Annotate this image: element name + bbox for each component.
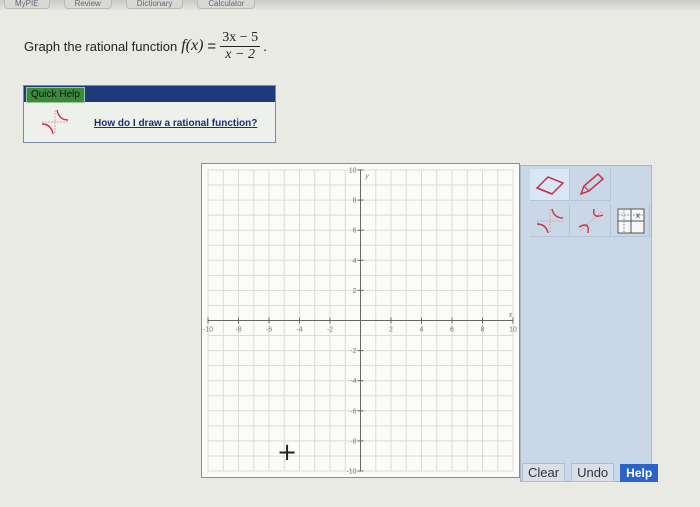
graph-area[interactable]: -10 -8 -6 -4 -2 2 4 6 8 10 10 8 6 4 2 -2 -4 -6 -8 -10 x y bbox=[201, 163, 520, 478]
y-tick-label: 8 bbox=[353, 198, 357, 205]
x-tick-label: -2 bbox=[327, 327, 333, 334]
y-tick-label: 2 bbox=[353, 288, 357, 295]
y-tick-label: -8 bbox=[350, 438, 356, 445]
eraser-icon bbox=[535, 175, 564, 195]
tab-mypie[interactable]: MyPIE bbox=[4, 0, 50, 9]
y-tick-label: 6 bbox=[353, 228, 357, 235]
y-tick-label: -2 bbox=[350, 348, 356, 355]
quick-help-title: Quick Help bbox=[26, 87, 85, 103]
clear-button[interactable]: Clear bbox=[522, 463, 566, 482]
rational-graph-tool-2[interactable] bbox=[571, 205, 611, 237]
crosshair-cursor-icon: + bbox=[277, 438, 298, 466]
quick-help-header: Quick Help bbox=[24, 86, 275, 103]
rational-graph-icon bbox=[41, 109, 69, 135]
asymptote-grid-icon: x bbox=[617, 208, 644, 233]
fraction-numerator: 3x − 5 bbox=[220, 29, 261, 47]
coordinate-grid[interactable]: -10 -8 -6 -4 -2 2 4 6 8 10 10 8 6 4 2 -2 -4 -6 -8 -10 x y bbox=[202, 164, 519, 477]
y-tick-label: 10 bbox=[349, 168, 357, 175]
pencil-icon bbox=[579, 172, 604, 195]
y-tick-label: -6 bbox=[350, 408, 356, 415]
browser-tab-bar: MyPIE Review Dictionary Calculator bbox=[0, 0, 700, 10]
x-tick-label: -10 bbox=[203, 327, 213, 334]
question-period: . bbox=[263, 38, 267, 54]
undo-button[interactable]: Undo bbox=[571, 463, 615, 482]
question-prompt: Graph the rational function f(x) = 3x − … bbox=[24, 26, 267, 66]
tab-dictionary[interactable]: Dictionary bbox=[125, 0, 184, 9]
fraction-denominator: x − 2 bbox=[225, 46, 255, 62]
function-name: f(x) bbox=[181, 37, 204, 54]
x-tick-label: -8 bbox=[235, 327, 241, 334]
y-tick-label: -4 bbox=[350, 378, 356, 385]
tab-review[interactable]: Review bbox=[63, 0, 112, 9]
y-axis-label: y bbox=[365, 172, 370, 180]
equals-sign: = bbox=[207, 37, 217, 55]
y-tick-label: -10 bbox=[346, 469, 356, 476]
x-tick-label: -4 bbox=[296, 327, 302, 334]
x-tick-label: 4 bbox=[420, 327, 424, 334]
rational-fraction: 3x − 5 x − 2 bbox=[220, 29, 261, 63]
rational-graph-tool-icon bbox=[536, 208, 563, 233]
y-tick-label: 4 bbox=[353, 258, 357, 265]
eraser-tool[interactable] bbox=[530, 169, 570, 201]
rational-graph-tool-2-icon bbox=[578, 208, 603, 233]
tab-calculator[interactable]: Calculator bbox=[197, 0, 256, 9]
asymptote-tool[interactable]: x bbox=[612, 205, 650, 237]
quick-help-panel: Quick Help How do I draw a rational func… bbox=[23, 85, 276, 143]
x-tick-label: -6 bbox=[266, 327, 272, 334]
rational-graph-tool[interactable] bbox=[530, 205, 570, 237]
svg-text:x: x bbox=[636, 211, 640, 220]
help-button[interactable]: Help bbox=[620, 463, 659, 482]
action-buttons: Clear Undo Help bbox=[522, 463, 659, 482]
rational-function-help-link[interactable]: How do I draw a rational function? bbox=[94, 118, 257, 129]
x-tick-label: 10 bbox=[509, 327, 517, 334]
x-tick-label: 2 bbox=[389, 327, 393, 334]
pencil-tool[interactable] bbox=[571, 169, 611, 201]
graphing-tool-panel: x bbox=[520, 165, 652, 482]
x-tick-label: 8 bbox=[481, 327, 485, 334]
question-text: Graph the rational function bbox=[24, 38, 178, 54]
x-axis-label: x bbox=[508, 311, 513, 319]
x-tick-label: 6 bbox=[450, 327, 454, 334]
